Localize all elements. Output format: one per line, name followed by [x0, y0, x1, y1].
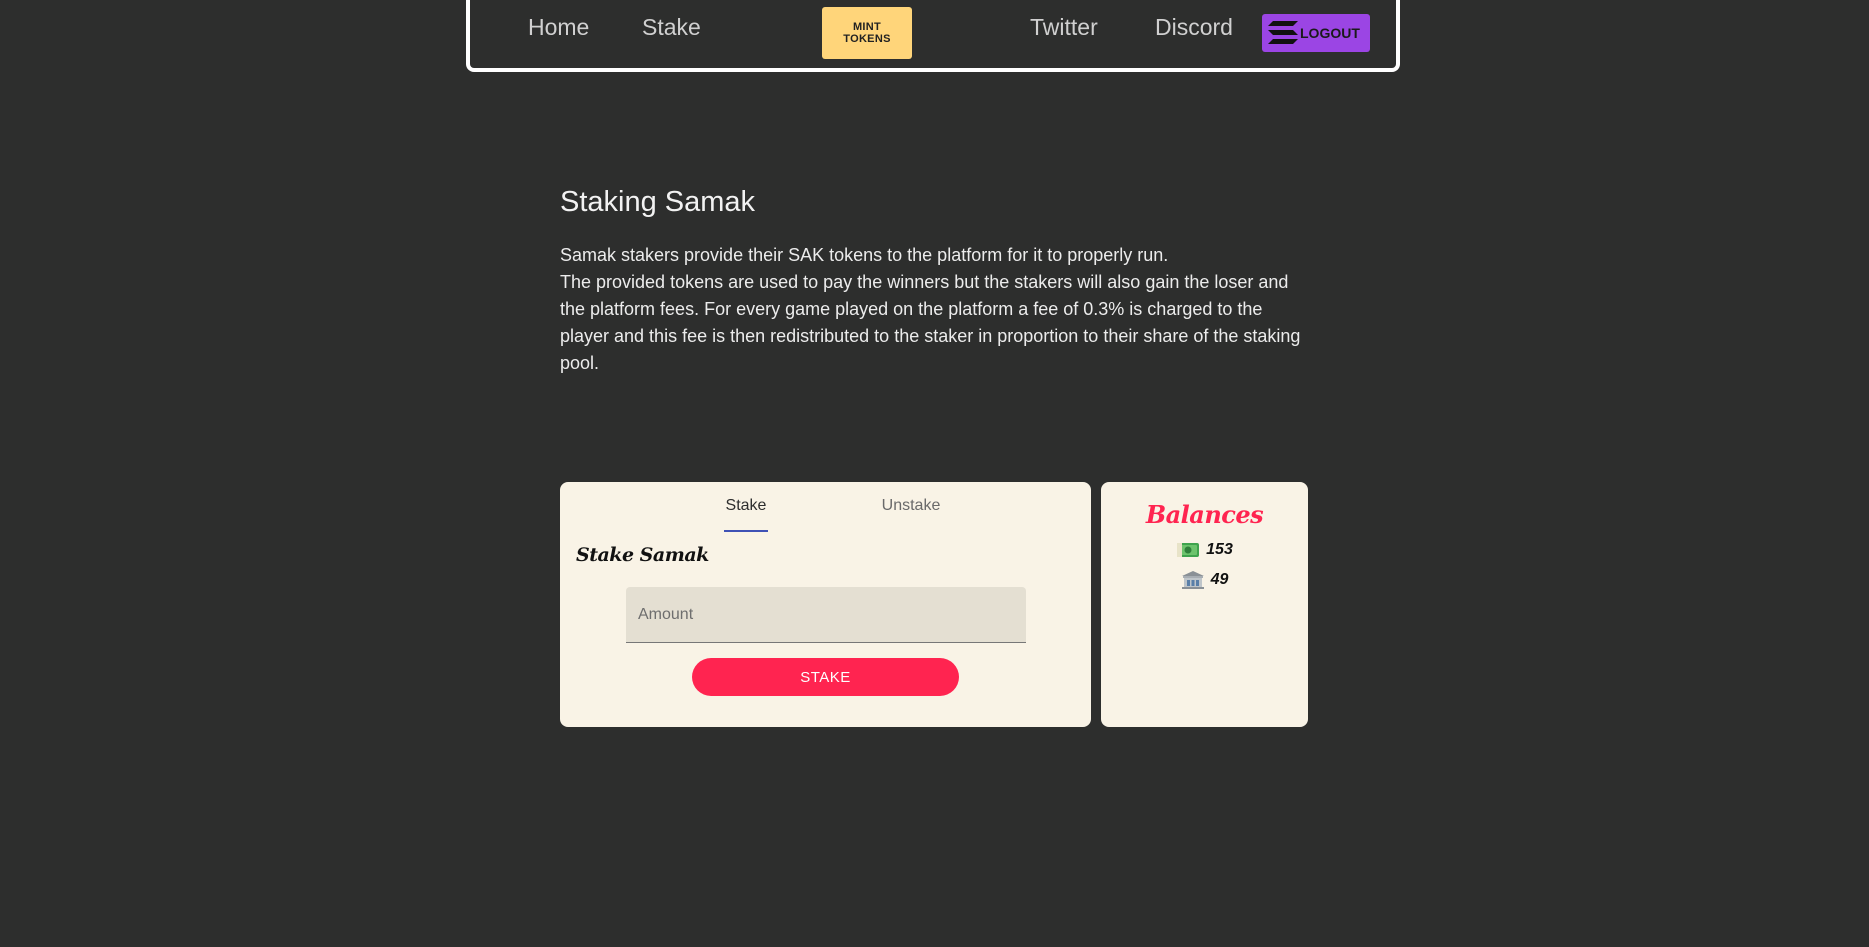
- solana-icon: [1268, 21, 1298, 44]
- stake-card: Stake Unstake Stake Samak STAKE: [560, 482, 1091, 727]
- intro-paragraph-1: Samak stakers provide their SAK tokens t…: [560, 245, 1169, 265]
- intro-section: Staking Samak Samak stakers provide thei…: [560, 182, 1310, 377]
- balances-title: Balances: [1145, 500, 1264, 529]
- stake-heading: Stake Samak: [576, 544, 709, 566]
- nav-twitter-link[interactable]: Twitter: [1030, 8, 1098, 46]
- stake-submit-button[interactable]: STAKE: [692, 658, 959, 696]
- balance-row-money: 153: [1101, 535, 1308, 565]
- balance-row-bank: 49: [1101, 565, 1308, 595]
- mint-tokens-button[interactable]: MINT TOKENS: [822, 7, 912, 59]
- nav-home-link[interactable]: Home: [528, 8, 589, 46]
- logout-label: LOGOUT: [1300, 25, 1360, 41]
- top-navbar: Home Stake MINT TOKENS Twitter Discord L…: [466, 0, 1400, 72]
- balance-value-bank: 49: [1210, 571, 1229, 588]
- page-title: Staking Samak: [560, 186, 756, 218]
- logout-button[interactable]: LOGOUT: [1262, 14, 1370, 52]
- nav-stake-link[interactable]: Stake: [642, 8, 701, 46]
- money-icon: [1177, 543, 1200, 557]
- bank-icon: [1181, 571, 1204, 589]
- balance-value-money: 153: [1206, 541, 1233, 558]
- nav-discord-link[interactable]: Discord: [1155, 8, 1233, 46]
- tab-unstake[interactable]: Unstake: [876, 496, 946, 532]
- intro-paragraph-2: The provided tokens are used to pay the …: [560, 272, 1301, 373]
- tab-stake[interactable]: Stake: [724, 496, 768, 532]
- amount-input[interactable]: [626, 587, 1026, 643]
- balances-card: Balances 153 49: [1101, 482, 1308, 727]
